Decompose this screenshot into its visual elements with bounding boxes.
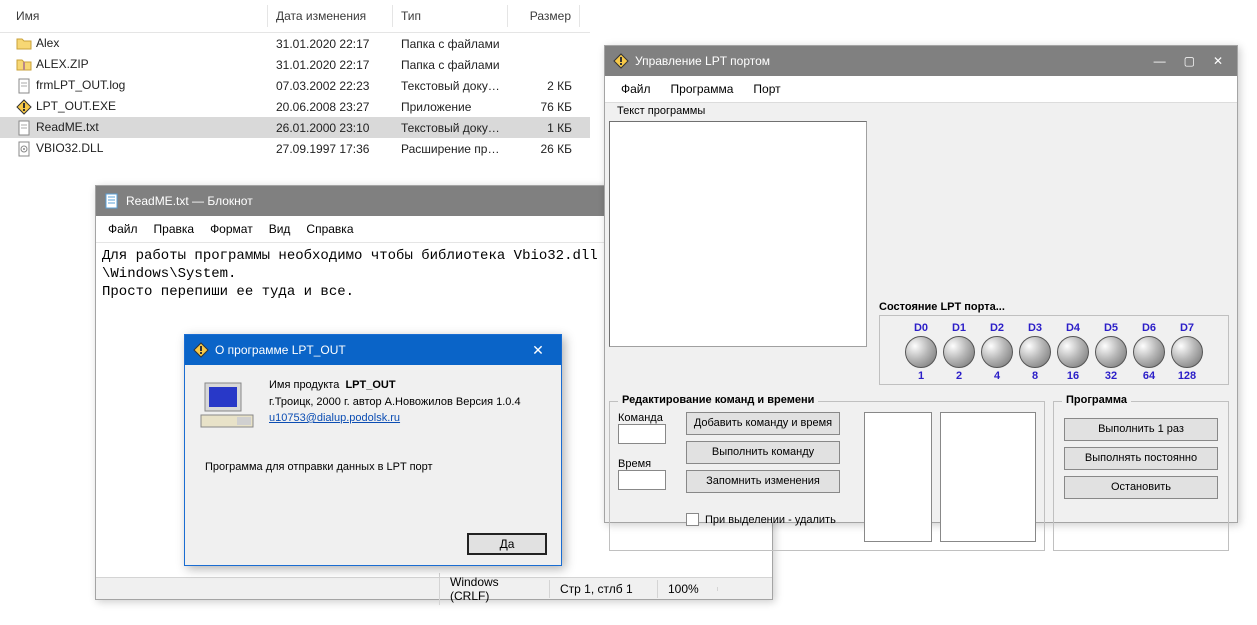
status-encoding: Windows (CRLF) (439, 573, 549, 605)
add-command-button[interactable]: Добавить команду и время (686, 412, 840, 435)
file-row[interactable]: Alex31.01.2020 22:17Папка с файлами (0, 33, 590, 54)
about-title-text: О программе LPT_OUT (215, 343, 346, 357)
run-loop-button[interactable]: Выполнять постоянно (1064, 447, 1218, 470)
command-input[interactable] (618, 424, 666, 444)
menu-item[interactable]: Файл (611, 79, 661, 99)
status-zoom: 100% (657, 580, 717, 598)
menu-item[interactable]: Порт (743, 79, 790, 99)
menu-item[interactable]: Программа (661, 79, 744, 99)
delete-on-select-checkbox[interactable] (686, 513, 699, 526)
port-state-frame: Состояние LPT порта... D01D12D24D38D416D… (879, 301, 1229, 377)
close-icon[interactable]: ✕ (1213, 54, 1223, 68)
commands-listbox[interactable] (864, 412, 932, 542)
file-icon (16, 36, 32, 52)
explorer-header: Имя Дата изменения Тип Размер (0, 0, 590, 33)
lpt-app-icon (613, 53, 629, 69)
times-listbox[interactable] (940, 412, 1036, 542)
text-program-label: Текст программы (617, 105, 705, 117)
led-indicator: D664 (1133, 322, 1165, 382)
stop-button[interactable]: Остановить (1064, 476, 1218, 499)
led-indicator: D38 (1019, 322, 1051, 382)
about-info: Имя продукта LPT_OUT г.Троицк, 2000 г. а… (269, 377, 521, 433)
led-indicator: D24 (981, 322, 1013, 382)
time-input[interactable] (618, 470, 666, 490)
file-icon (16, 78, 32, 94)
about-description: Программа для отправки данных в LPT порт (205, 461, 547, 473)
status-position: Стр 1, стлб 1 (549, 580, 657, 598)
led-indicator: D01 (905, 322, 937, 382)
notepad-statusbar: Windows (CRLF) Стр 1, стлб 1 100% (96, 577, 772, 599)
lpt-window: Управление LPT портом — ▢ ✕ ФайлПрограмм… (604, 45, 1238, 523)
file-icon (16, 120, 32, 136)
file-row[interactable]: LPT_OUT.EXE20.06.2008 23:27Приложение76 … (0, 96, 590, 117)
file-row[interactable]: ReadME.txt26.01.2000 23:10Текстовый доку… (0, 117, 590, 138)
led-indicator: D7128 (1171, 322, 1203, 382)
about-email-link[interactable]: u10753@dialup.podolsk.ru (269, 412, 400, 424)
maximize-icon[interactable]: ▢ (1184, 54, 1195, 68)
file-icon (16, 57, 32, 73)
lpt-titlebar[interactable]: Управление LPT портом — ▢ ✕ (605, 46, 1237, 76)
minimize-icon[interactable]: — (1154, 54, 1166, 68)
notepad-icon (104, 193, 120, 209)
time-label: Время (618, 458, 672, 470)
menu-item[interactable]: Правка (146, 218, 203, 240)
ok-button[interactable]: Да (467, 533, 547, 555)
computer-icon (199, 377, 255, 433)
led-indicator: D416 (1057, 322, 1089, 382)
about-dialog: О программе LPT_OUT ✕ Имя продукта LPT_O… (184, 334, 562, 566)
command-label: Команда (618, 412, 672, 424)
col-date[interactable]: Дата изменения (268, 5, 393, 27)
col-type[interactable]: Тип (393, 5, 508, 27)
explorer-file-list: Имя Дата изменения Тип Размер Alex31.01.… (0, 0, 590, 159)
checkbox-label: При выделении - удалить (705, 514, 836, 526)
edit-commands-frame: Редактирование команд и времени Команда … (609, 401, 1045, 551)
run-once-button[interactable]: Выполнить 1 раз (1064, 418, 1218, 441)
lpt-menu: ФайлПрограммаПорт (605, 76, 1237, 103)
lpt-title-text: Управление LPT портом (635, 54, 770, 68)
program-frame: Программа Выполнить 1 раз Выполнять пост… (1053, 401, 1229, 551)
about-titlebar[interactable]: О программе LPT_OUT ✕ (185, 335, 561, 365)
file-icon (16, 99, 32, 115)
col-size[interactable]: Размер (508, 5, 580, 27)
menu-item[interactable]: Файл (100, 218, 146, 240)
about-app-icon (193, 342, 209, 358)
close-icon[interactable]: ✕ (523, 342, 553, 359)
file-row[interactable]: ALEX.ZIP31.01.2020 22:17Папка с файлами (0, 54, 590, 75)
led-indicator: D12 (943, 322, 975, 382)
program-textarea[interactable] (609, 121, 867, 347)
menu-item[interactable]: Вид (261, 218, 299, 240)
execute-command-button[interactable]: Выполнить команду (686, 441, 840, 464)
notepad-title-text: ReadME.txt — Блокнот (126, 194, 253, 208)
col-name[interactable]: Имя (0, 5, 268, 27)
led-indicator: D532 (1095, 322, 1127, 382)
file-row[interactable]: VBIO32.DLL27.09.1997 17:36Расширение при… (0, 138, 590, 159)
menu-item[interactable]: Справка (298, 218, 361, 240)
menu-item[interactable]: Формат (202, 218, 261, 240)
save-changes-button[interactable]: Запомнить изменения (686, 470, 840, 493)
file-row[interactable]: frmLPT_OUT.log07.03.2002 22:23Текстовый … (0, 75, 590, 96)
file-icon (16, 141, 32, 157)
